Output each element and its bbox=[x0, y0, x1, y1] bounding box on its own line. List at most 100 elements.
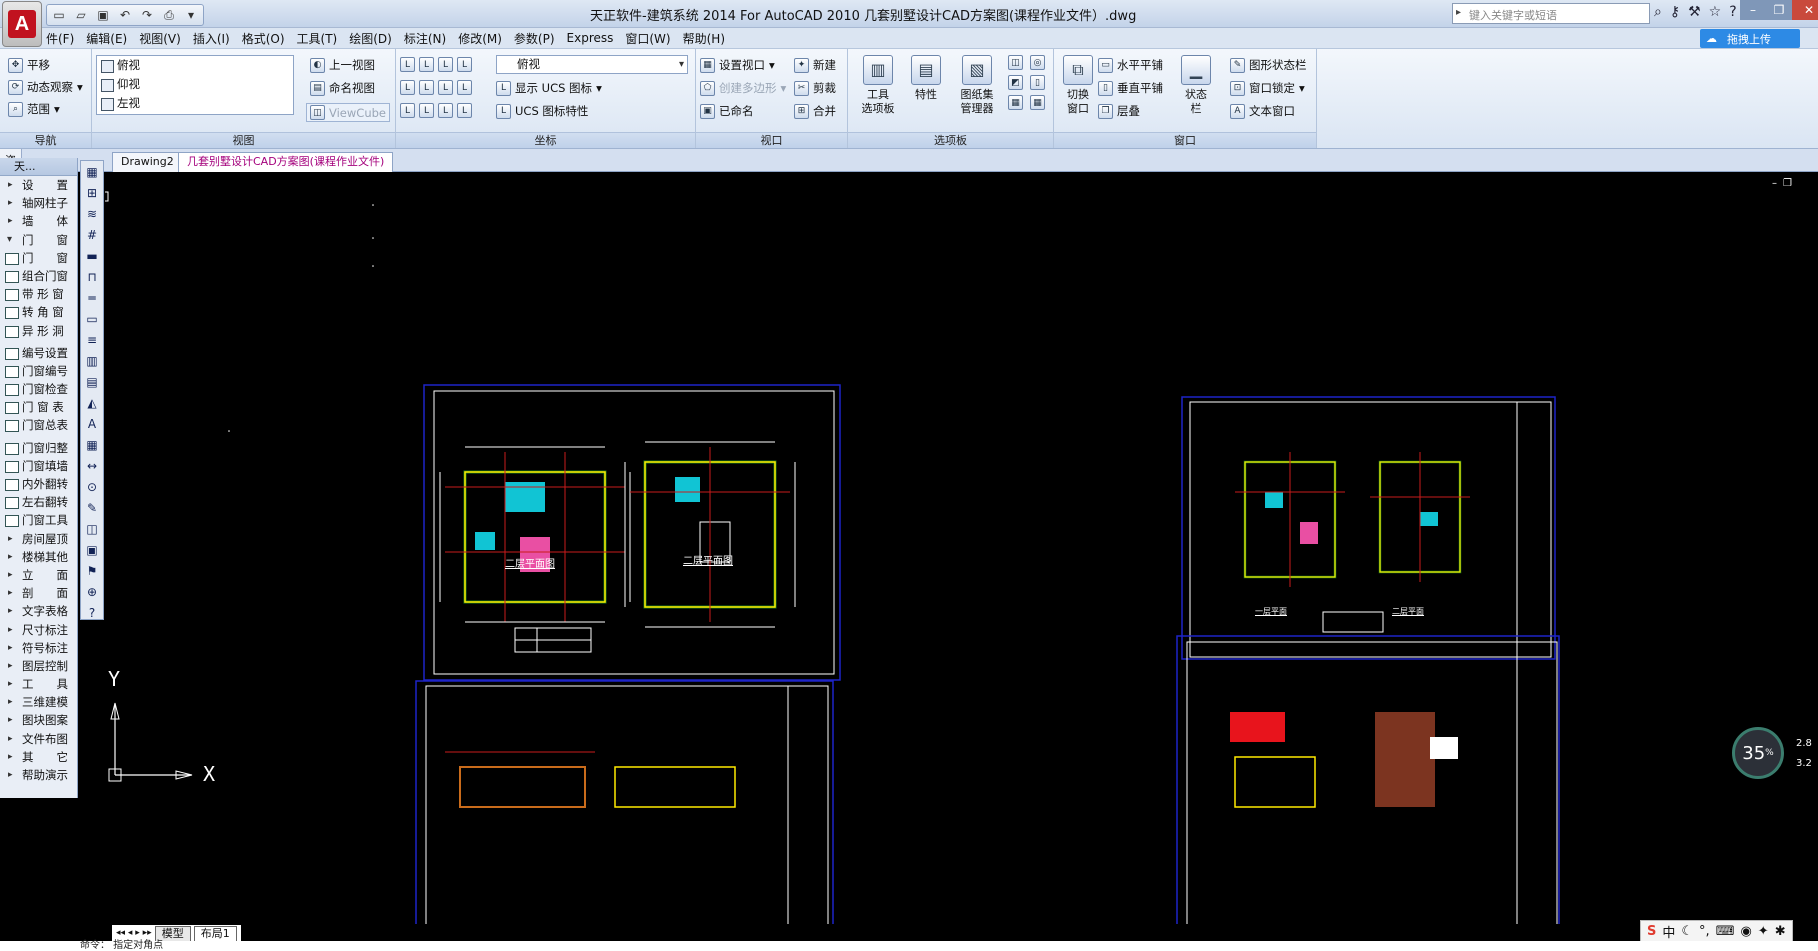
tools-icon[interactable]: ✱ bbox=[1775, 924, 1786, 939]
ucs-named-icon[interactable]: L bbox=[419, 103, 434, 118]
menu-express[interactable]: Express bbox=[561, 31, 620, 45]
palette-block-pattern[interactable]: 图块图案 bbox=[0, 711, 77, 729]
palette-door-align[interactable]: 门窗归整 bbox=[0, 439, 77, 457]
palette-door-number[interactable]: 门窗编号 bbox=[0, 362, 77, 380]
menu-help[interactable]: 帮助(H) bbox=[677, 30, 731, 47]
palette-flip-inout[interactable]: 内外翻转 bbox=[0, 475, 77, 493]
help-icon[interactable]: ? bbox=[1729, 4, 1736, 20]
palette-axis-grid[interactable]: 轴网柱子 bbox=[0, 194, 77, 212]
tool-flag-icon[interactable]: ⚑ bbox=[81, 560, 103, 581]
new-file-icon[interactable]: ▭ bbox=[51, 8, 67, 22]
ucs-manager-icon[interactable]: L bbox=[457, 103, 472, 118]
named-view-button[interactable]: ▤ 命名视图 bbox=[310, 80, 375, 96]
drawing-canvas[interactable]: 二层平面图 二层平面图 一层平面 二层平面 Y X bbox=[105, 172, 1818, 924]
menu-insert[interactable]: 插入(I) bbox=[187, 30, 236, 47]
menu-window[interactable]: 窗口(W) bbox=[619, 30, 676, 47]
palette-settings[interactable]: 设 置 bbox=[0, 176, 77, 194]
drag-upload-button[interactable]: ☁ 拖拽上传 bbox=[1700, 29, 1800, 48]
ucs-view-combo[interactable]: 俯视 bbox=[496, 55, 688, 74]
grid-icon[interactable]: ▦ bbox=[1030, 95, 1045, 110]
switch-window-button[interactable]: ⧉ 切换 窗口 bbox=[1056, 53, 1100, 116]
palette-elevation[interactable]: 立 面 bbox=[0, 566, 77, 584]
menu-dimension[interactable]: 标注(N) bbox=[398, 30, 452, 47]
palette-doors-windows-group[interactable]: 门 窗 bbox=[0, 231, 77, 249]
menu-tools[interactable]: 工具(T) bbox=[291, 30, 344, 47]
status-bar-button[interactable]: ▁ 状态 栏 bbox=[1174, 53, 1218, 116]
menu-modify[interactable]: 修改(M) bbox=[452, 30, 508, 47]
shirt-icon[interactable]: ✦ bbox=[1758, 924, 1769, 939]
drawing-status-bar-button[interactable]: ✎ 图形状态栏 bbox=[1230, 57, 1307, 73]
clip-viewport-button[interactable]: ✂ 剪裁 bbox=[794, 80, 836, 96]
palette-help-demo[interactable]: 帮助演示 bbox=[0, 766, 77, 784]
palette-door-tools[interactable]: 门窗工具 bbox=[0, 511, 77, 529]
help-search-input[interactable]: 键入关键字或短语 bbox=[1452, 3, 1650, 24]
tool-section-icon[interactable]: ▤ bbox=[81, 371, 103, 392]
punct-icon[interactable]: °, bbox=[1699, 924, 1710, 939]
palette-dimension[interactable]: 尺寸标注 bbox=[0, 621, 77, 639]
palette-stairs[interactable]: 楼梯其他 bbox=[0, 548, 77, 566]
qat-dropdown-icon[interactable]: ▾ bbox=[183, 8, 199, 22]
text-window-button[interactable]: A 文本窗口 bbox=[1230, 103, 1295, 119]
markup-icon[interactable]: ◩ bbox=[1008, 75, 1023, 90]
ucs-3point-icon[interactable]: L bbox=[419, 57, 434, 72]
tool-help-icon[interactable]: ? bbox=[81, 602, 103, 623]
menu-draw[interactable]: 绘图(D) bbox=[343, 30, 398, 47]
ucs-icon-properties-button[interactable]: L UCS 图标特性 bbox=[496, 103, 588, 119]
ucs-z-icon[interactable]: L bbox=[419, 80, 434, 95]
tab-model[interactable]: 模型 bbox=[154, 925, 191, 941]
tool-layers-icon[interactable]: ≋ bbox=[81, 203, 103, 224]
extents-button[interactable]: ⌕ 范围 ▾ bbox=[8, 101, 60, 117]
named-viewports-button[interactable]: ▣ 已命名 bbox=[700, 103, 754, 119]
palette-door-table[interactable]: 门 窗 表 bbox=[0, 398, 77, 416]
window-lock-button[interactable]: ⊡ 窗口锁定 ▾ bbox=[1230, 80, 1305, 96]
application-menu-button[interactable]: A bbox=[2, 1, 42, 47]
join-viewport-button[interactable]: ⊞ 合并 bbox=[794, 103, 836, 119]
tool-stair-icon[interactable]: ≡ bbox=[81, 329, 103, 350]
sheetset-manager-button[interactable]: ▧ 图纸集 管理器 bbox=[952, 53, 1002, 116]
menu-format[interactable]: 格式(O) bbox=[236, 30, 291, 47]
menu-parametric[interactable]: 参数(P) bbox=[508, 30, 561, 47]
maximize-button[interactable]: ❐ bbox=[1766, 0, 1792, 20]
view-left[interactable]: 左视 bbox=[97, 94, 293, 113]
ucs-previous-icon[interactable]: L bbox=[400, 103, 415, 118]
menu-file[interactable]: 件(F) bbox=[40, 30, 80, 47]
tool-axis-icon[interactable]: ⊞ bbox=[81, 182, 103, 203]
save-icon[interactable]: ▣ bbox=[95, 8, 111, 22]
palette-room-roof[interactable]: 房间屋顶 bbox=[0, 530, 77, 548]
ucs-x-icon[interactable]: L bbox=[438, 80, 453, 95]
palette-wall[interactable]: 墙 体 bbox=[0, 212, 77, 230]
menu-edit[interactable]: 编辑(E) bbox=[80, 30, 133, 47]
palette-3d-model[interactable]: 三维建模 bbox=[0, 693, 77, 711]
ime-lang-icon[interactable]: 中 bbox=[1662, 922, 1675, 941]
tool-compass-icon[interactable]: ⊕ bbox=[81, 581, 103, 602]
redo-icon[interactable]: ↷ bbox=[139, 8, 155, 22]
ucs-view-icon[interactable]: L bbox=[457, 57, 472, 72]
cascade-button[interactable]: ❐ 层叠 bbox=[1098, 103, 1140, 119]
properties-button[interactable]: ▤ 特性 bbox=[904, 53, 948, 102]
palette-symbol[interactable]: 符号标注 bbox=[0, 639, 77, 657]
keyboard-icon[interactable]: ⌨ bbox=[1716, 924, 1735, 939]
palette-flip-lr[interactable]: 左右翻转 bbox=[0, 493, 77, 511]
palette-strip-window[interactable]: 带 形 窗 bbox=[0, 285, 77, 303]
sogou-icon[interactable]: S bbox=[1647, 924, 1656, 939]
ucs-apply-icon[interactable]: L bbox=[438, 103, 453, 118]
ucs-origin-icon[interactable]: L bbox=[400, 80, 415, 95]
tool-pencil-icon[interactable]: ✎ bbox=[81, 497, 103, 518]
view-top[interactable]: 俯视 bbox=[97, 56, 293, 75]
tool-palettes-button[interactable]: ▥ 工具 选项板 bbox=[856, 53, 900, 116]
print-icon[interactable]: ⎙ bbox=[161, 8, 177, 22]
ucs-y-icon[interactable]: L bbox=[457, 80, 472, 95]
dbconnect-icon[interactable]: ◎ bbox=[1030, 55, 1045, 70]
calculator-icon[interactable]: ▦ bbox=[1008, 95, 1023, 110]
menu-view[interactable]: 视图(V) bbox=[133, 30, 187, 47]
layout-nav-icon[interactable]: ◂◂ ◂ ▸ ▸▸ bbox=[116, 928, 152, 938]
palette-door-window[interactable]: 门 窗 bbox=[0, 249, 77, 267]
view-list[interactable]: 俯视 仰视 左视 bbox=[96, 55, 294, 115]
tool-elevation-icon[interactable]: ▥ bbox=[81, 350, 103, 371]
tool-roof-icon[interactable]: ◭ bbox=[81, 392, 103, 413]
tool-table-icon[interactable]: ▦ bbox=[81, 434, 103, 455]
tool-door-icon[interactable]: ⊓ bbox=[81, 266, 103, 287]
palette-file-layout[interactable]: 文件布图 bbox=[0, 730, 77, 748]
sheet-icon[interactable]: ▯ bbox=[1030, 75, 1045, 90]
binoculars-icon[interactable]: ⌕ bbox=[1654, 4, 1662, 20]
